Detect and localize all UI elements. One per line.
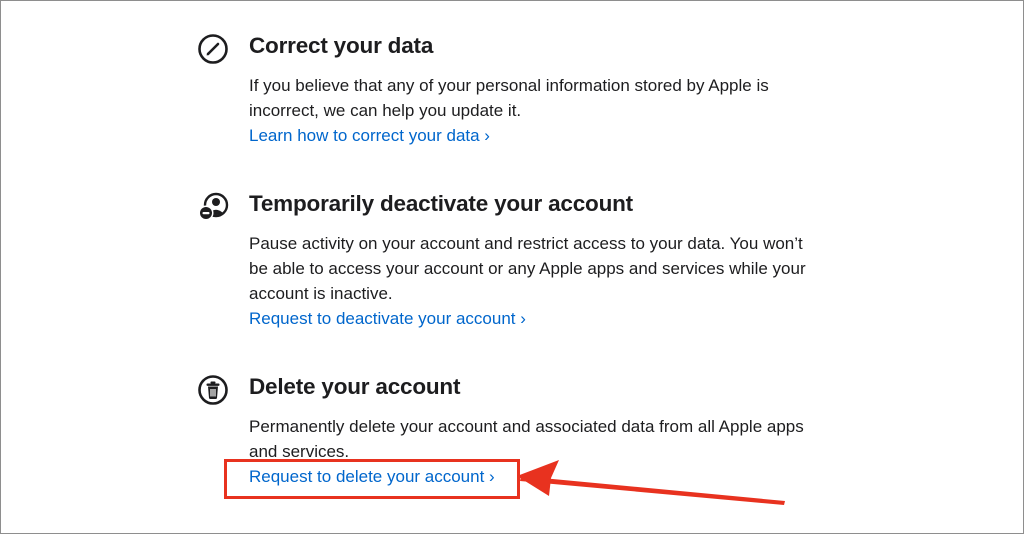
- section-title: Temporarily deactivate your account: [249, 191, 633, 216]
- section-description: If you believe that any of your personal…: [249, 76, 769, 120]
- screenshot-frame: Correct your data If you believe that an…: [0, 0, 1024, 534]
- section-title: Correct your data: [249, 33, 434, 58]
- pencil-circle-icon: [197, 33, 229, 65]
- red-arrow-icon: [501, 456, 791, 511]
- deactivate-account-link[interactable]: Request to deactivate your account ›: [249, 306, 526, 331]
- section-description: Pause activity on your account and restr…: [249, 234, 806, 303]
- correct-data-link[interactable]: Learn how to correct your data ›: [249, 123, 490, 148]
- trash-circle-icon: [197, 374, 229, 406]
- section-deactivate-account: Temporarily deactivate your account Paus…: [197, 189, 817, 339]
- person-deactivate-icon: [197, 191, 229, 223]
- section-title: Delete your account: [249, 374, 461, 399]
- highlight-box: [224, 459, 520, 499]
- section-correct-data: Correct your data If you believe that an…: [197, 31, 817, 151]
